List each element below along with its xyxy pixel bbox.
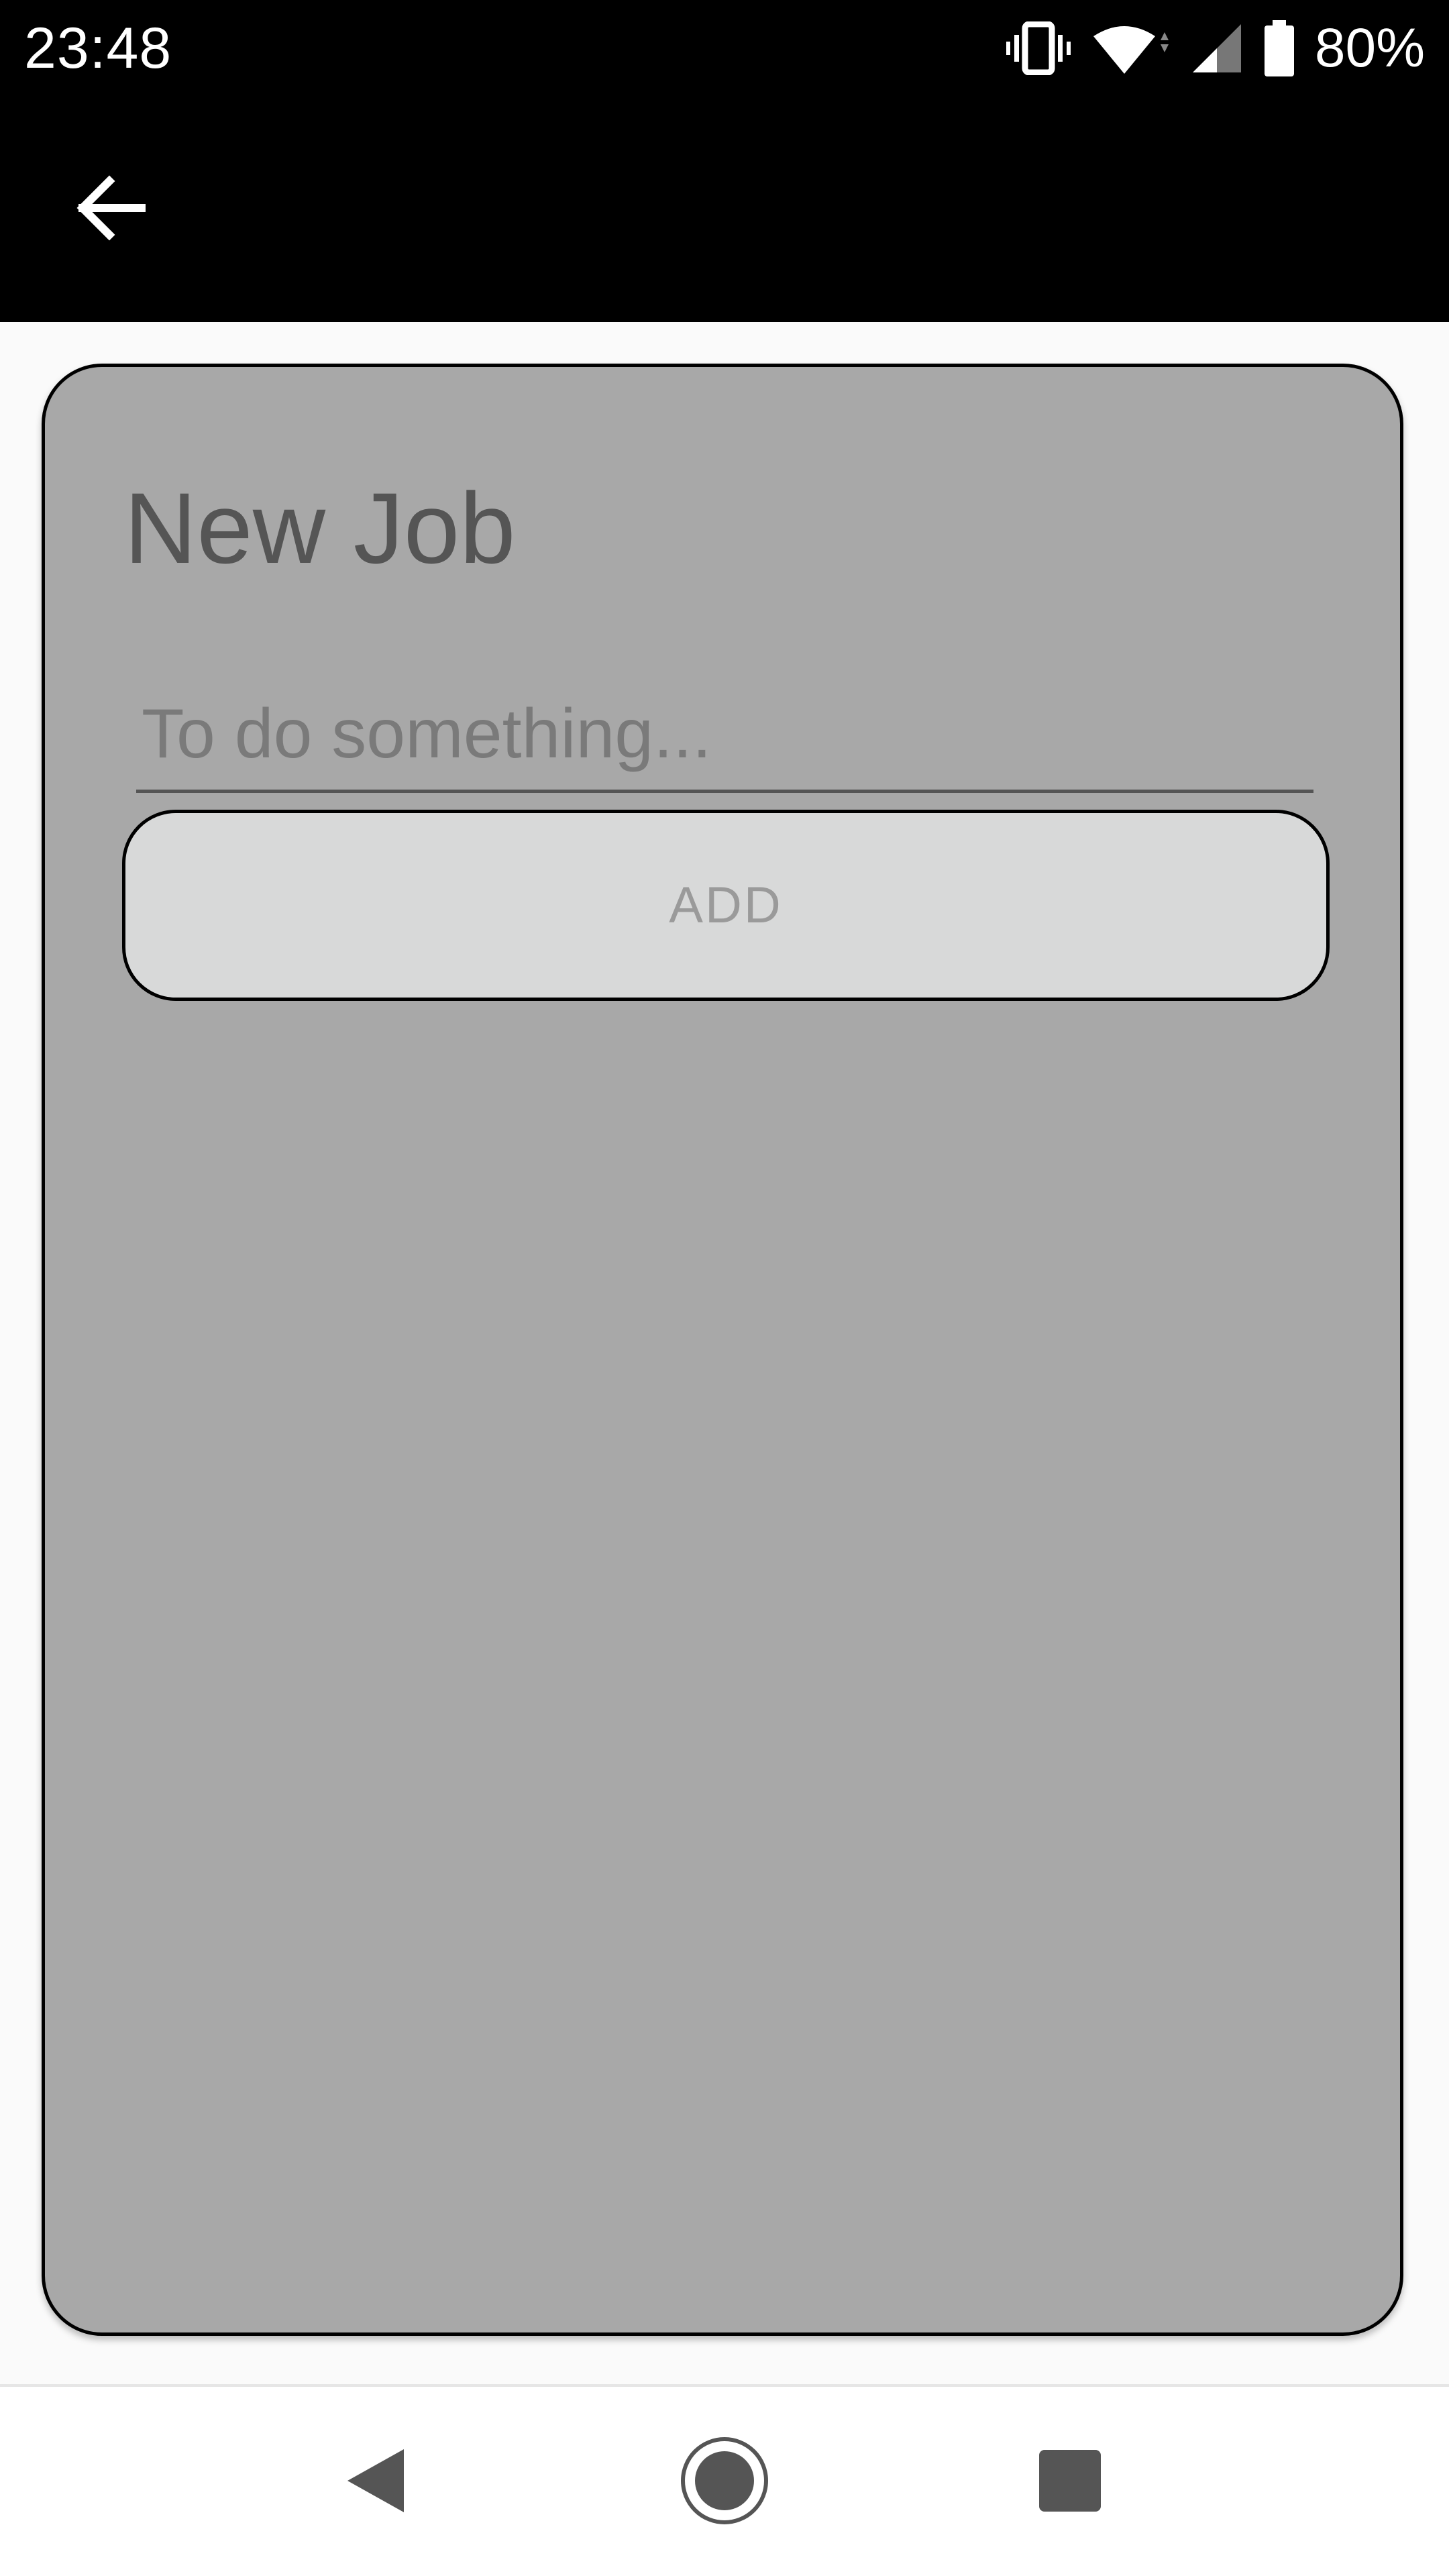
nav-recents-button[interactable] bbox=[1010, 2420, 1130, 2541]
vibrate-icon bbox=[1005, 21, 1072, 75]
job-input[interactable] bbox=[136, 679, 1313, 793]
card-title: New Job bbox=[124, 472, 516, 584]
navigation-bar bbox=[0, 2384, 1449, 2576]
nav-back-icon bbox=[347, 2449, 404, 2512]
app-bar bbox=[0, 101, 1449, 322]
status-icons: 80% bbox=[1005, 15, 1425, 82]
new-job-card: New Job ADD bbox=[42, 364, 1403, 2336]
signal-icon bbox=[1190, 21, 1244, 75]
add-button[interactable]: ADD bbox=[122, 810, 1330, 1001]
wifi-icon bbox=[1091, 21, 1171, 75]
battery-percent: 80% bbox=[1314, 17, 1425, 78]
nav-back-button[interactable] bbox=[315, 2420, 436, 2541]
nav-home-button[interactable] bbox=[664, 2420, 785, 2541]
nav-home-icon bbox=[681, 2437, 768, 2524]
status-time: 23:48 bbox=[24, 16, 172, 80]
battery-icon bbox=[1263, 20, 1296, 76]
arrow-left-icon bbox=[76, 175, 146, 241]
content-area: New Job ADD bbox=[0, 322, 1449, 2384]
status-bar: 23:48 80% bbox=[0, 0, 1449, 101]
back-button[interactable] bbox=[64, 161, 158, 255]
nav-recents-icon bbox=[1039, 2450, 1101, 2512]
